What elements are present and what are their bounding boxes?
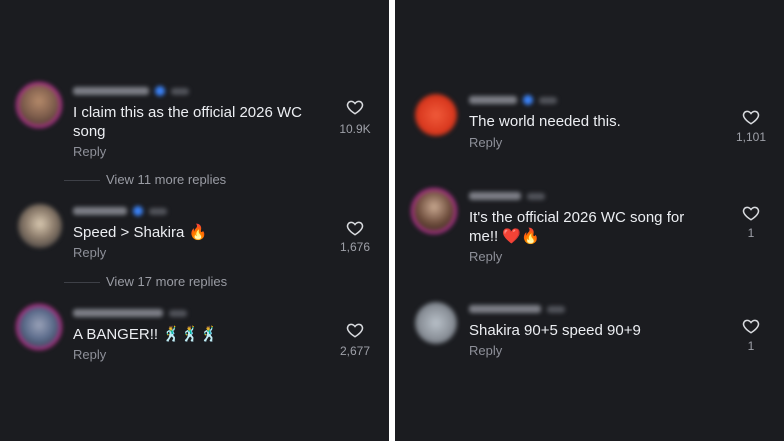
comment-text-line1: I claim this as the official 2026 WC xyxy=(73,104,302,121)
timestamp-blurred xyxy=(527,192,545,200)
verified-badge-icon xyxy=(155,86,165,96)
reply-button[interactable]: Reply xyxy=(73,144,106,159)
avatar[interactable] xyxy=(16,82,62,128)
comment-meta xyxy=(73,308,187,318)
avatar[interactable] xyxy=(415,94,457,136)
avatar-image xyxy=(414,191,454,231)
avatar-image xyxy=(18,204,62,248)
comment-item: The world needed this. Reply 1,101 xyxy=(395,90,784,170)
like-count: 1 xyxy=(747,226,755,240)
username-blurred[interactable] xyxy=(469,96,517,104)
thread-line xyxy=(64,180,100,181)
like-count: 1,101 xyxy=(735,130,767,144)
avatar-image xyxy=(415,94,457,136)
comment-item: I claim this as the official 2026 WC son… xyxy=(0,80,389,160)
verified-badge-icon xyxy=(133,206,143,216)
heart-outline-icon[interactable] xyxy=(742,317,760,335)
username-blurred[interactable] xyxy=(469,192,521,200)
avatar-image xyxy=(19,85,59,125)
comment-text-line1: It's the official 2026 WC song for xyxy=(469,209,685,226)
comment-item: It's the official 2026 WC song for me!! … xyxy=(395,186,784,266)
username-blurred[interactable] xyxy=(469,305,541,313)
comment-text-line1: The world needed this. xyxy=(469,113,621,130)
heart-outline-icon[interactable] xyxy=(346,219,364,237)
username-blurred[interactable] xyxy=(73,87,149,95)
comment-meta xyxy=(469,304,565,314)
like-count: 1,676 xyxy=(339,240,371,254)
reply-button[interactable]: Reply xyxy=(469,135,502,150)
reply-button[interactable]: Reply xyxy=(469,249,502,264)
username-blurred[interactable] xyxy=(73,207,127,215)
comment-text-line1: A BANGER!! 🕺🕺🕺 xyxy=(73,326,219,343)
avatar[interactable] xyxy=(18,204,62,248)
avatar-image xyxy=(415,302,457,344)
timestamp-blurred xyxy=(539,96,557,104)
reply-button[interactable]: Reply xyxy=(73,245,106,260)
comment-text-line2: song xyxy=(73,123,106,140)
avatar[interactable] xyxy=(16,304,62,350)
comments-panel-left: I claim this as the official 2026 WC son… xyxy=(0,0,389,441)
like-count: 1 xyxy=(747,339,755,353)
reply-button[interactable]: Reply xyxy=(469,343,502,358)
comment-item: A BANGER!! 🕺🕺🕺 Reply 2,677 xyxy=(0,302,389,382)
reply-button[interactable]: Reply xyxy=(73,347,106,362)
comment-item: Shakira 90+5 speed 90+9 Reply 1 xyxy=(395,298,784,378)
comment-text-line2: me!! ❤️🔥 xyxy=(469,228,540,245)
comment-meta xyxy=(469,191,545,201)
comment-text-line1: Shakira 90+5 speed 90+9 xyxy=(469,322,641,339)
comment-meta xyxy=(73,206,167,216)
view-more-replies-label[interactable]: View 11 more replies xyxy=(106,172,226,188)
timestamp-blurred xyxy=(171,87,189,95)
view-more-replies-label[interactable]: View 17 more replies xyxy=(106,274,227,290)
comment-meta xyxy=(73,86,189,96)
comments-panel-right: The world needed this. Reply 1,101 It's … xyxy=(395,0,784,441)
timestamp-blurred xyxy=(547,305,565,313)
heart-outline-icon[interactable] xyxy=(742,108,760,126)
heart-outline-icon[interactable] xyxy=(346,321,364,339)
username-blurred[interactable] xyxy=(73,309,163,317)
thread-line xyxy=(64,282,100,283)
comment-text-line1: Speed > Shakira 🔥 xyxy=(73,224,208,241)
avatar[interactable] xyxy=(411,188,457,234)
comment-item: Speed > Shakira 🔥 Reply 1,676 xyxy=(0,200,389,280)
verified-badge-icon xyxy=(523,95,533,105)
avatar-image xyxy=(19,307,59,347)
avatar[interactable] xyxy=(415,302,457,344)
timestamp-blurred xyxy=(149,207,167,215)
like-count: 2,677 xyxy=(339,344,371,358)
like-count: 10.9K xyxy=(339,122,371,136)
timestamp-blurred xyxy=(169,309,187,317)
heart-outline-icon[interactable] xyxy=(346,98,364,116)
comment-meta xyxy=(469,95,557,105)
heart-outline-icon[interactable] xyxy=(742,204,760,222)
